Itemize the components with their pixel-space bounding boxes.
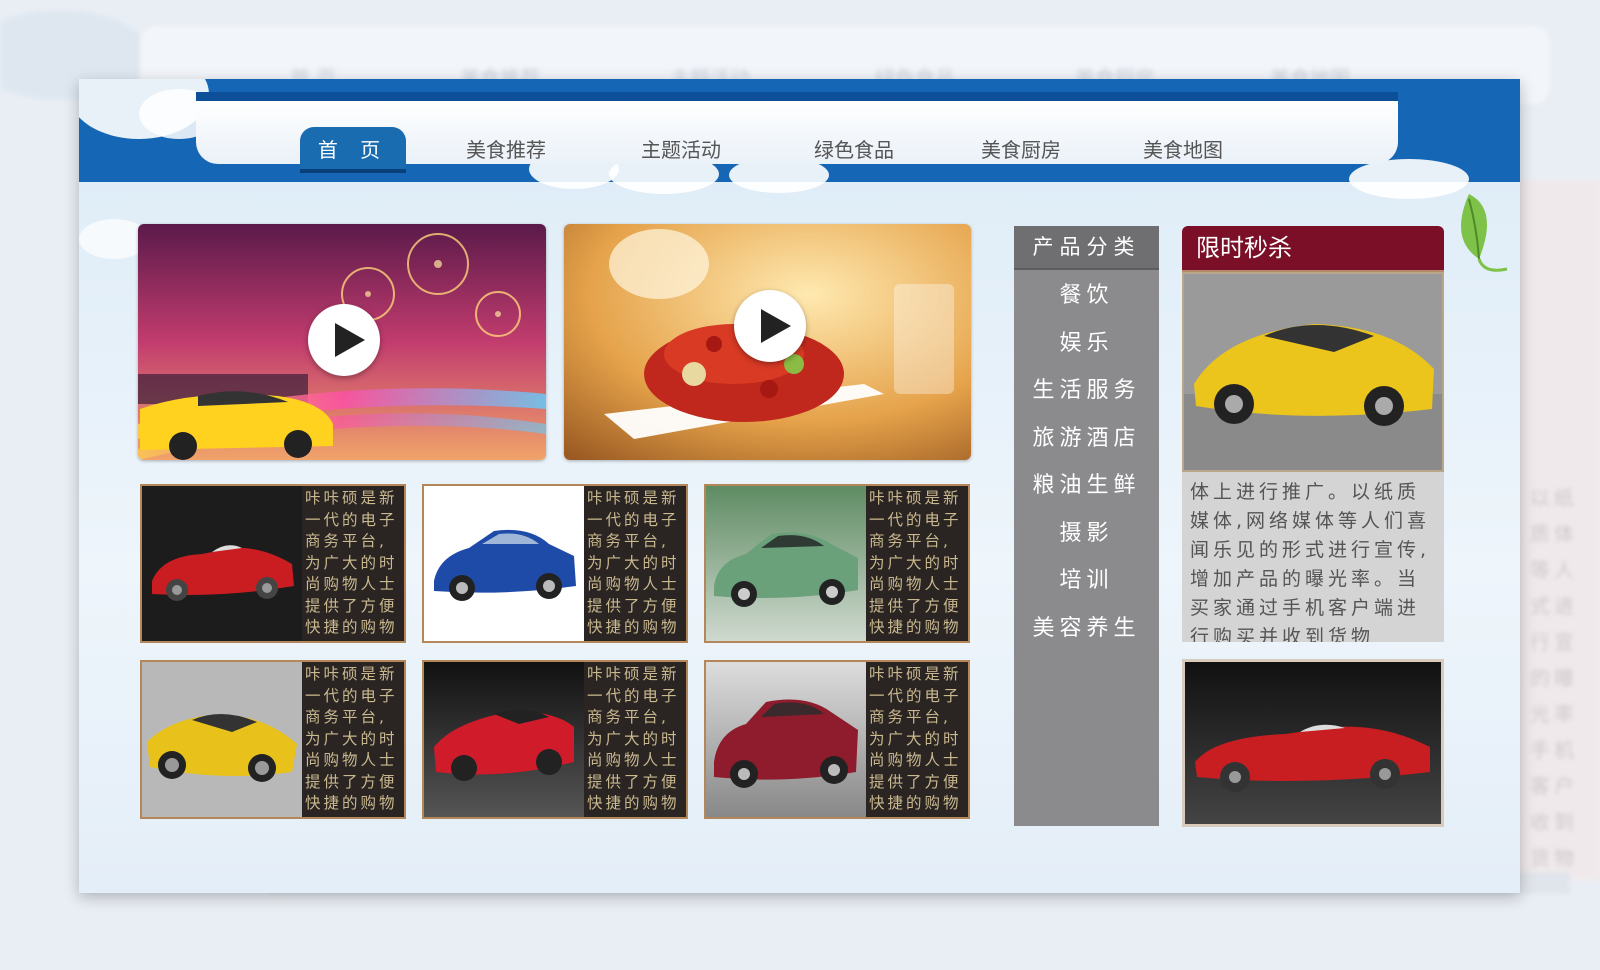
product-description: 咔咔硕是新一代的电子商务平台,为广大的时尚购物人士提供了方便快捷的购物 bbox=[587, 489, 680, 636]
video-thumbnail-car[interactable] bbox=[138, 224, 546, 460]
product-image bbox=[424, 486, 584, 641]
main-navbar: 首 页 美食推荐 主题活动 绿色食品 美食厨房 美食地图 bbox=[196, 92, 1398, 173]
header-bar: 首 页 美食推荐 主题活动 绿色食品 美食厨房 美食地图 bbox=[79, 79, 1520, 199]
video-thumbnail-food[interactable] bbox=[564, 224, 971, 460]
nav-food-kitchen[interactable]: 美食厨房 bbox=[971, 127, 1071, 173]
product-image bbox=[706, 486, 866, 641]
category-item-beauty-health[interactable]: 美容养生 bbox=[1014, 605, 1159, 653]
product-card[interactable]: 咔咔硕是新一代的电子商务平台,为广大的时尚购物人士提供了方便快捷的购物 bbox=[704, 660, 970, 819]
product-description: 咔咔硕是新一代的电子商务平台,为广大的时尚购物人士提供了方便快捷的购物 bbox=[869, 665, 962, 812]
product-description: 咔咔硕是新一代的电子商务平台,为广大的时尚购物人士提供了方便快捷的购物 bbox=[305, 489, 398, 636]
product-card[interactable]: 咔咔硕是新一代的电子商务平台,为广大的时尚购物人士提供了方便快捷的购物 bbox=[140, 484, 406, 643]
product-description: 咔咔硕是新一代的电子商务平台,为广大的时尚购物人士提供了方便快捷的购物 bbox=[587, 665, 680, 812]
play-icon[interactable] bbox=[308, 304, 380, 376]
play-icon[interactable] bbox=[734, 290, 806, 362]
product-card[interactable]: 咔咔硕是新一代的电子商务平台,为广大的时尚购物人士提供了方便快捷的购物 bbox=[422, 660, 688, 819]
product-card[interactable]: 咔咔硕是新一代的电子商务平台,为广大的时尚购物人士提供了方便快捷的购物 bbox=[704, 484, 970, 643]
category-item-travel-hotels[interactable]: 旅游酒店 bbox=[1014, 415, 1159, 463]
flash-sale-image[interactable] bbox=[1182, 272, 1444, 472]
main-window: 首 页 美食推荐 主题活动 绿色食品 美食厨房 美食地图 咔咔硕是新一代的电子商… bbox=[79, 79, 1520, 893]
category-item-training[interactable]: 培训 bbox=[1014, 557, 1159, 605]
category-item-life-services[interactable]: 生活服务 bbox=[1014, 367, 1159, 415]
product-image bbox=[706, 662, 866, 817]
flash-sale-image-2[interactable] bbox=[1182, 659, 1444, 827]
nav-food-recommend[interactable]: 美食推荐 bbox=[456, 127, 556, 173]
product-image bbox=[142, 486, 302, 641]
product-image bbox=[424, 662, 584, 817]
flash-sale-description: 体上进行推广。以纸质媒体,网络媒体等人们喜闻乐见的形式进行宣传,增加产品的曝光率… bbox=[1182, 472, 1444, 642]
product-image bbox=[142, 662, 302, 817]
background-side-text: 以纸质体等人式进行宣的曝光率手机客户收到货物 bbox=[1530, 486, 1578, 870]
product-description: 咔咔硕是新一代的电子商务平台,为广大的时尚购物人士提供了方便快捷的购物 bbox=[305, 665, 398, 812]
category-item-photography[interactable]: 摄影 bbox=[1014, 510, 1159, 558]
category-item-dining[interactable]: 餐饮 bbox=[1014, 272, 1159, 320]
flash-sale-title: 限时秒杀 bbox=[1182, 226, 1444, 272]
nav-food-map[interactable]: 美食地图 bbox=[1133, 127, 1233, 173]
category-item-fresh-groceries[interactable]: 粮油生鲜 bbox=[1014, 462, 1159, 510]
category-title: 产品分类 bbox=[1014, 226, 1159, 270]
nav-green-food[interactable]: 绿色食品 bbox=[804, 127, 904, 173]
category-panel: 产品分类 餐饮 娱乐 生活服务 旅游酒店 粮油生鲜 摄影 培训 美容养生 bbox=[1014, 226, 1159, 826]
product-card[interactable]: 咔咔硕是新一代的电子商务平台,为广大的时尚购物人士提供了方便快捷的购物 bbox=[140, 660, 406, 819]
flash-sale-panel: 限时秒杀 体上进行推广。以纸质媒体,网络媒体等人们喜闻乐见的形式进行宣传,增加产… bbox=[1182, 226, 1444, 827]
product-description: 咔咔硕是新一代的电子商务平台,为广大的时尚购物人士提供了方便快捷的购物 bbox=[869, 489, 962, 636]
product-card[interactable]: 咔咔硕是新一代的电子商务平台,为广大的时尚购物人士提供了方便快捷的购物 bbox=[422, 484, 688, 643]
category-item-entertainment[interactable]: 娱乐 bbox=[1014, 320, 1159, 368]
nav-theme-events[interactable]: 主题活动 bbox=[631, 127, 731, 173]
nav-home[interactable]: 首 页 bbox=[300, 127, 406, 173]
